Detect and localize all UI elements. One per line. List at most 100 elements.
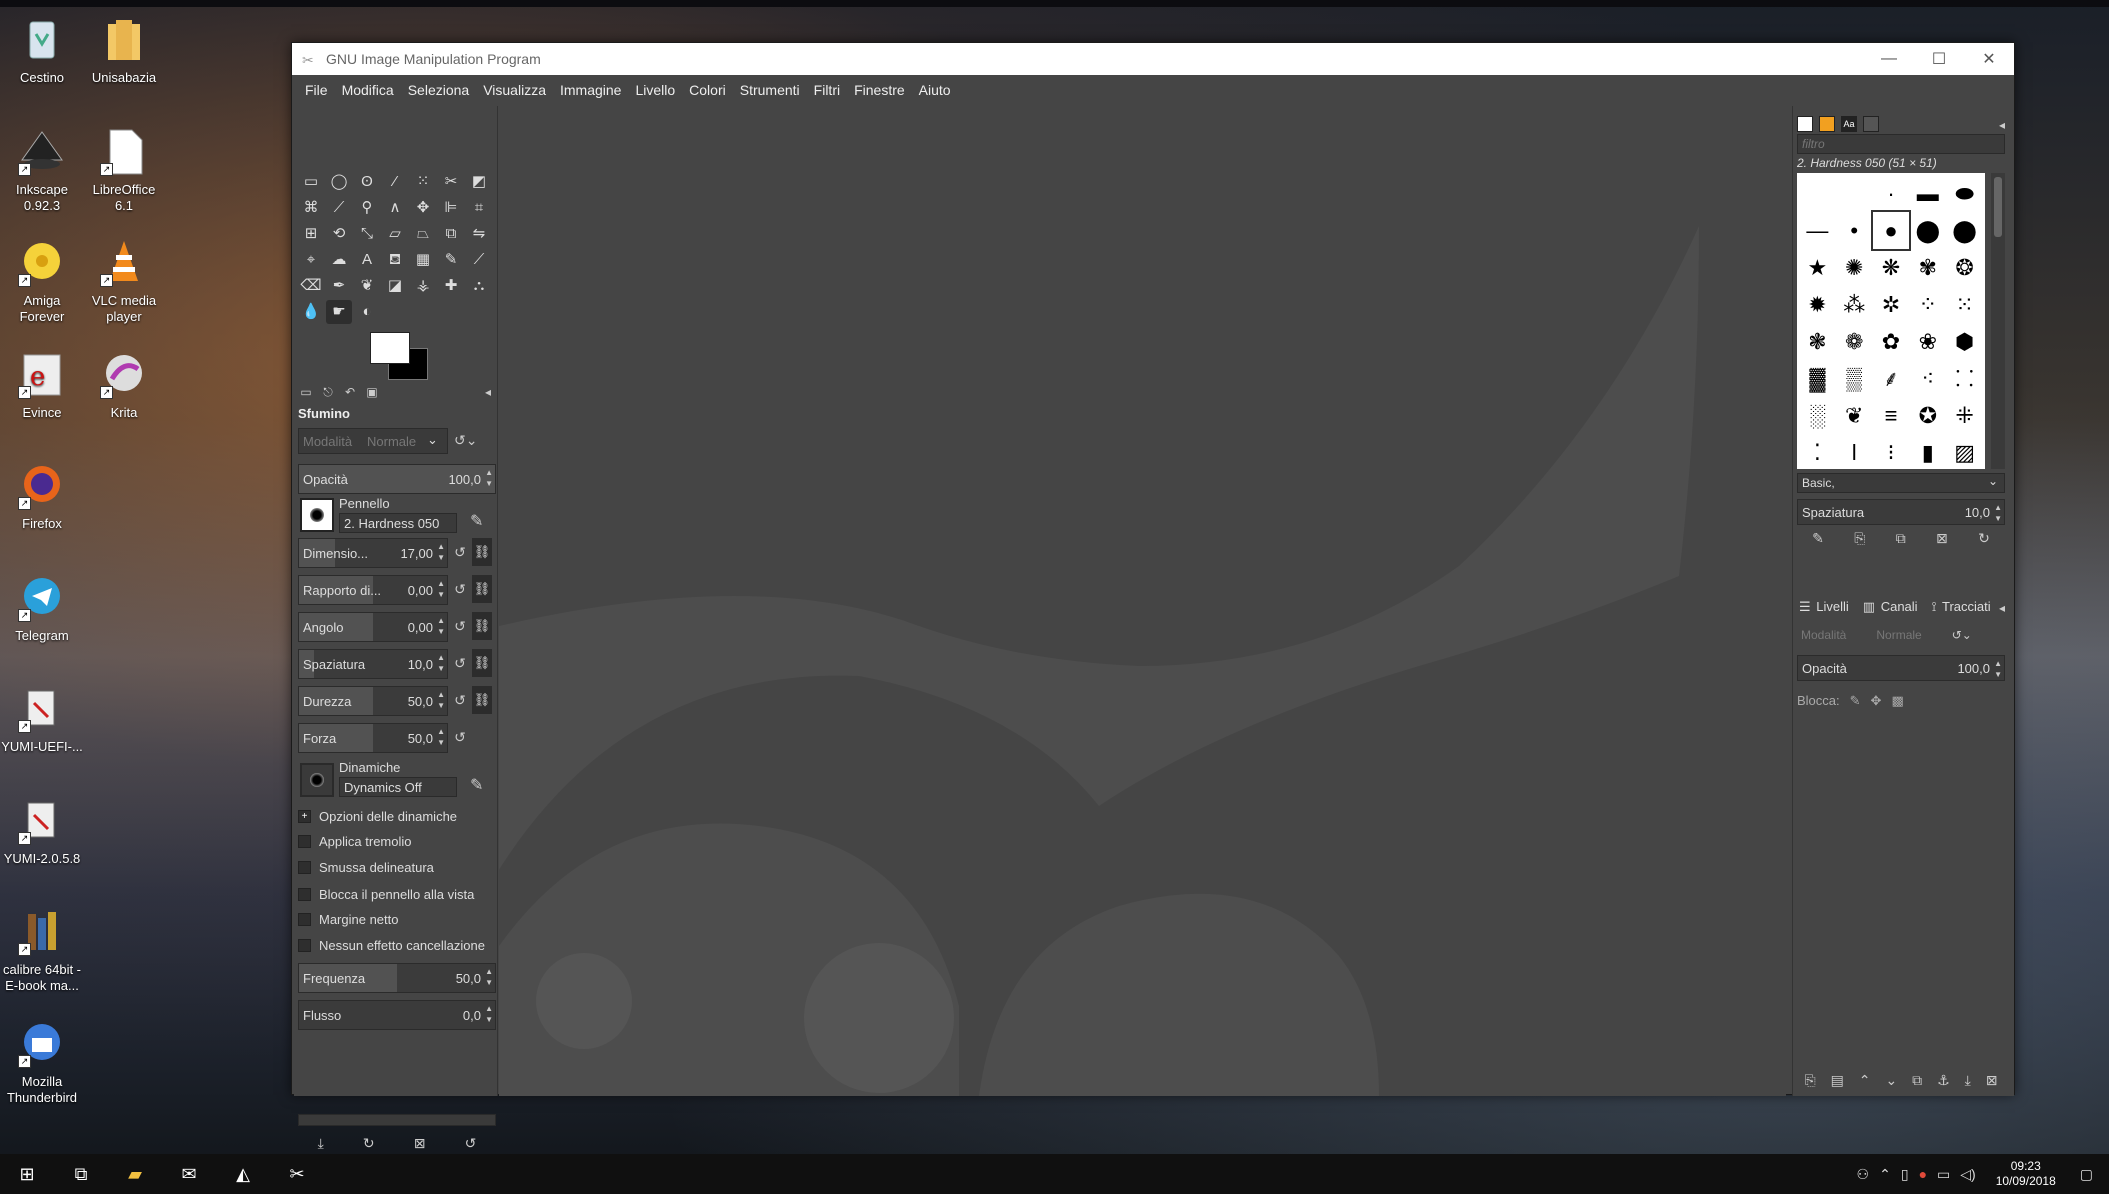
scale-tool-icon[interactable]: ⤡ bbox=[354, 222, 380, 246]
move-tool-icon[interactable]: ✥ bbox=[410, 196, 436, 220]
force-slider[interactable]: Forza 50,0 ▲ ▼ bbox=[298, 723, 448, 753]
brush-thumb[interactable]: ≡ bbox=[1873, 397, 1910, 434]
usb-icon[interactable]: ▯ bbox=[1901, 1166, 1909, 1183]
desktop-icon-telegram[interactable]: ↗ Telegram bbox=[0, 572, 84, 644]
menu-strumenti[interactable]: Strumenti bbox=[740, 82, 800, 98]
tool-options-tab-icon[interactable]: ▭ bbox=[298, 385, 314, 401]
reset-aspect-icon[interactable]: ↺ bbox=[452, 577, 468, 601]
brush-grid[interactable]: · ▬ ⬬ — • ● ⬤ ⬤ ★ ✺ ❋ ✾ ❂ ✹ ⁂ ✲ ⁘ ⁙ ❃ ❁ … bbox=[1797, 173, 1985, 469]
brush-thumb[interactable]: ▮ bbox=[1909, 434, 1946, 471]
lock-position-icon[interactable]: ✥ bbox=[1871, 693, 1882, 709]
size-slider[interactable]: Dimensio... 17,00 ▲ ▼ bbox=[298, 538, 448, 568]
angle-slider[interactable]: Angolo 0,00 ▲ ▼ bbox=[298, 612, 448, 642]
reset-mode-icon[interactable]: ↺⌄ bbox=[454, 432, 477, 449]
brush-thumb[interactable]: ✾ bbox=[1909, 249, 1946, 286]
desktop-icon-thunderbird[interactable]: ↗ Mozilla Thunderbird bbox=[0, 1018, 84, 1106]
restore-options-icon[interactable]: ↻ bbox=[363, 1135, 375, 1152]
smooth-stroke-checkbox[interactable]: Smussa delineatura bbox=[298, 860, 434, 875]
opacity-slider[interactable]: Opacità 100,0 ▲ ▼ bbox=[298, 464, 496, 494]
reset-options-icon[interactable]: ↺ bbox=[465, 1135, 477, 1152]
inkscape-taskbar-icon[interactable]: ◭ bbox=[216, 1164, 270, 1185]
merge-layer-icon[interactable]: ⤓ bbox=[1965, 1072, 1971, 1089]
minimize-button[interactable]: — bbox=[1864, 50, 1914, 68]
zoom-tool-icon[interactable]: ⚲ bbox=[354, 196, 380, 220]
cage-transform-tool-icon[interactable]: ⌖ bbox=[298, 248, 324, 272]
menu-immagine[interactable]: Immagine bbox=[560, 82, 621, 98]
brush-thumb[interactable]: ⁙ bbox=[1946, 286, 1983, 323]
brush-thumb[interactable]: ▨ bbox=[1946, 434, 1983, 471]
spin-arrows-icon[interactable]: ▲ ▼ bbox=[437, 689, 445, 711]
aspect-ratio-slider[interactable]: Rapporto di... 0,00 ▲ ▼ bbox=[298, 575, 448, 605]
tab-livelli[interactable]: ☰ Livelli bbox=[1797, 599, 1853, 615]
perspective-clone-tool-icon[interactable]: ⛬ bbox=[466, 274, 492, 298]
title-bar[interactable]: ✂ GNU Image Manipulation Program — ☐ ✕ bbox=[292, 43, 2014, 75]
people-icon[interactable]: ⚇ bbox=[1857, 1166, 1870, 1183]
edit-brush-icon[interactable]: ✎ bbox=[470, 511, 483, 531]
volume-icon[interactable]: ◁) bbox=[1960, 1166, 1975, 1183]
menu-seleziona[interactable]: Seleziona bbox=[408, 82, 470, 98]
clock[interactable]: 09:23 10/09/2018 bbox=[1996, 1159, 2056, 1189]
desktop-icon-yumi[interactable]: ↗ YUMI-2.0.5.8 bbox=[0, 795, 84, 867]
brush-thumb-selected[interactable]: ● bbox=[1870, 210, 1912, 251]
image-canvas-area[interactable] bbox=[499, 106, 1786, 1096]
delete-options-icon[interactable]: ⊠ bbox=[414, 1135, 426, 1152]
new-brush-icon[interactable]: ⎘ bbox=[1854, 530, 1865, 547]
new-layer-group-icon[interactable]: ▤ bbox=[1831, 1072, 1844, 1089]
file-explorer-icon[interactable]: ▰ bbox=[108, 1164, 162, 1185]
close-button[interactable]: ✕ bbox=[1964, 49, 2014, 69]
foreground-color-swatch[interactable] bbox=[370, 332, 410, 364]
task-view-icon[interactable]: ⧉ bbox=[54, 1164, 108, 1185]
layers-list[interactable] bbox=[1795, 712, 2007, 1082]
raise-layer-icon[interactable]: ⌃ bbox=[1859, 1072, 1871, 1089]
spin-arrows-icon[interactable]: ▲ ▼ bbox=[437, 652, 445, 674]
dock-menu-icon[interactable]: ◂ bbox=[1999, 601, 2005, 615]
blur-sharpen-tool-icon[interactable]: 💧 bbox=[298, 300, 324, 324]
brushes-tab-icon[interactable] bbox=[1797, 116, 1813, 132]
desktop-icon-krita[interactable]: ↗ Krita bbox=[82, 349, 166, 421]
flow-slider[interactable]: Flusso 0,0 ▲ ▼ bbox=[298, 1000, 496, 1030]
mypaint-brush-tool-icon[interactable]: ◪ bbox=[382, 274, 408, 298]
mode-select[interactable]: Modalità Normale ⌄ bbox=[298, 428, 448, 454]
brush-thumb[interactable]: ❁ bbox=[1836, 323, 1873, 360]
brush-thumb[interactable] bbox=[1799, 175, 1836, 212]
undo-history-tab-icon[interactable]: ↶ bbox=[342, 385, 358, 401]
apply-jitter-checkbox[interactable]: Applica tremolio bbox=[298, 834, 412, 849]
dynamics-preview-icon[interactable] bbox=[300, 763, 334, 797]
3d-transform-tool-icon[interactable]: ⧉ bbox=[438, 222, 464, 246]
brush-thumb[interactable]: ⁝ bbox=[1873, 434, 1910, 471]
refresh-brushes-icon[interactable]: ↻ bbox=[1978, 530, 1990, 547]
duplicate-brush-icon[interactable]: ⧉ bbox=[1896, 530, 1906, 547]
brush-thumb[interactable]: ❂ bbox=[1946, 249, 1983, 286]
airbrush-tool-icon[interactable]: ✒ bbox=[326, 274, 352, 298]
rect-select-tool-icon[interactable]: ▭ bbox=[298, 170, 324, 194]
brush-thumb[interactable]: · bbox=[1873, 175, 1910, 212]
brush-thumb[interactable]: ⸙ bbox=[1873, 360, 1910, 397]
spin-arrows-icon[interactable]: ▲ ▼ bbox=[1994, 502, 2002, 524]
link-hardness-icon[interactable]: ⛓ bbox=[472, 686, 492, 714]
layer-opacity-slider[interactable]: Opacità 100,0 ▲ ▼ bbox=[1797, 655, 2005, 681]
brush-thumb[interactable]: ⁖ bbox=[1909, 360, 1946, 397]
spin-arrows-icon[interactable]: ▲ ▼ bbox=[485, 966, 493, 988]
link-spacing-icon[interactable]: ⛓ bbox=[472, 649, 492, 677]
desktop-icon-yumi-uefi[interactable]: ↗ YUMI-UEFI-... bbox=[0, 683, 84, 755]
brush-thumb[interactable]: • bbox=[1836, 212, 1873, 249]
dynamics-name-field[interactable]: Dynamics Off bbox=[339, 777, 457, 797]
layer-mode-select[interactable]: Modalità Normale ↺⌄ bbox=[1797, 624, 2005, 646]
brush-thumb[interactable]: ⬢ bbox=[1946, 323, 1983, 360]
text-tool-icon[interactable]: A bbox=[354, 248, 380, 272]
spin-arrows-icon[interactable]: ▲ ▼ bbox=[437, 578, 445, 600]
hard-edge-checkbox[interactable]: Margine netto bbox=[298, 912, 399, 927]
images-tab-icon[interactable]: ▣ bbox=[364, 385, 380, 401]
shear-tool-icon[interactable]: ▱ bbox=[382, 222, 408, 246]
documents-tab-icon[interactable] bbox=[1863, 116, 1879, 132]
brush-name-field[interactable]: 2. Hardness 050 bbox=[339, 513, 457, 533]
foreground-select-tool-icon[interactable]: ◩ bbox=[466, 170, 492, 194]
clone-tool-icon[interactable]: ⚶ bbox=[410, 274, 436, 298]
fonts-tab-icon[interactable]: Aa bbox=[1841, 116, 1857, 132]
scissors-tool-icon[interactable]: ✂ bbox=[438, 170, 464, 194]
lower-layer-icon[interactable]: ⌄ bbox=[1885, 1072, 1897, 1089]
device-status-tab-icon[interactable]: ⎋ bbox=[320, 385, 336, 401]
network-icon[interactable]: ▭ bbox=[1937, 1166, 1950, 1183]
bucket-fill-tool-icon[interactable]: ⛾ bbox=[382, 248, 408, 272]
gradient-tool-icon[interactable]: ▦ bbox=[410, 248, 436, 272]
